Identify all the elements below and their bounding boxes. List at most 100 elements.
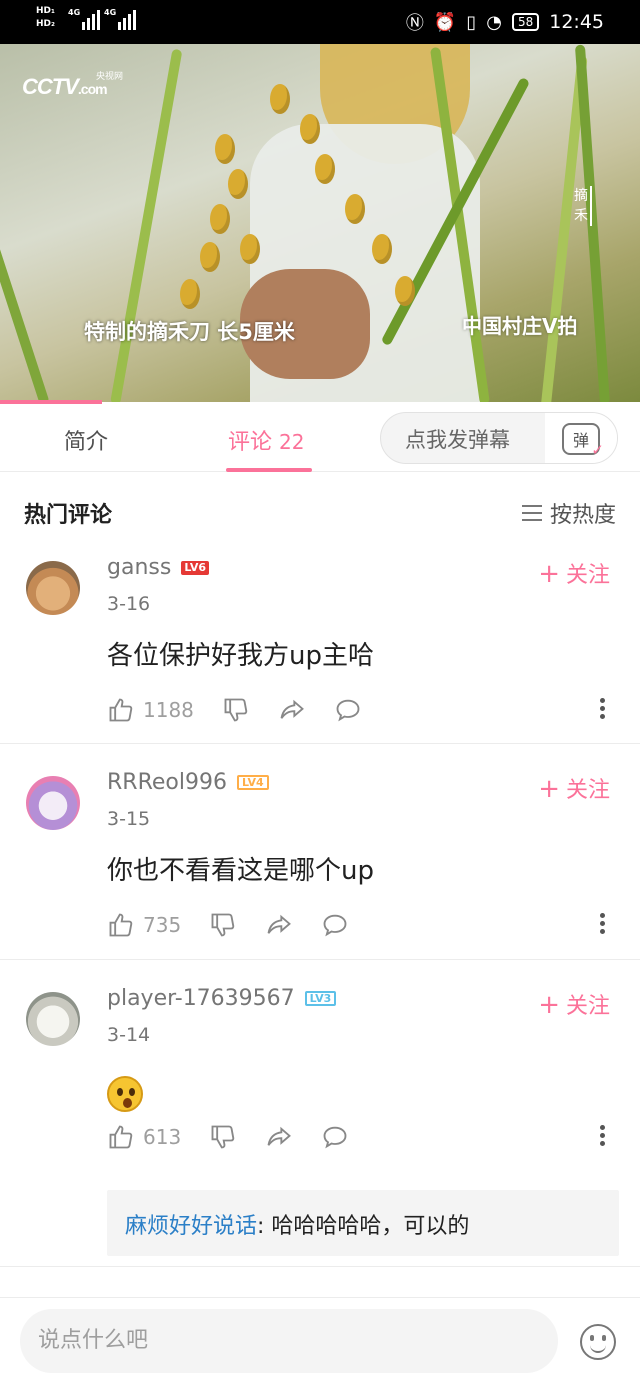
nfc-icon: Ⓝ [405, 13, 424, 34]
share-button[interactable] [278, 696, 306, 724]
comment-bubble-icon [336, 699, 360, 722]
comment-item: RRReol996 LV4 3-15 + 关注 你也不看看这是哪个up 735 [0, 758, 640, 960]
dislike-button[interactable] [209, 1123, 237, 1151]
dislike-button[interactable] [222, 696, 250, 724]
rice-grain [345, 194, 365, 224]
menu-icon [521, 505, 542, 521]
more-options-icon[interactable] [600, 695, 606, 722]
avatar[interactable] [26, 561, 80, 615]
plus-icon: + [538, 774, 560, 804]
tab-bar: 简介 评论 22 点我发弹幕 弹 [0, 404, 640, 472]
cctv-logo-text: CCTV [22, 74, 79, 99]
tab-comments-label: 评论 [228, 430, 273, 455]
astonished-emoji-icon [107, 1076, 143, 1112]
username[interactable]: RRReol996 LV4 [107, 770, 269, 795]
tab-indicator [226, 468, 312, 472]
cctv-sub-label: 央视网 [96, 72, 124, 82]
emoji-smile-icon[interactable] [580, 1324, 616, 1360]
thumbs-down-icon [224, 698, 248, 722]
sim-indicators: HD₁ HD₂ [36, 5, 55, 31]
sort-label: 按热度 [549, 503, 616, 528]
comment-date: 3-15 [107, 808, 151, 830]
plus-icon: + [538, 990, 560, 1020]
rice-grain [240, 234, 260, 264]
follow-button[interactable]: + 关注 [538, 772, 610, 804]
danmaku-icon: 弹 [562, 423, 604, 459]
tab-comments-count: 22 [279, 430, 305, 454]
cctv-logo-suffix: .com [77, 81, 108, 97]
avatar[interactable] [26, 776, 80, 830]
clock: 12:45 [549, 11, 604, 33]
rice-grain [372, 234, 392, 264]
follow-label: 关注 [565, 994, 610, 1019]
comment-bubble-icon [323, 914, 347, 937]
reply-button[interactable] [321, 911, 349, 939]
rice-grain [270, 84, 290, 114]
rice-grain [228, 169, 248, 199]
share-icon [267, 1126, 292, 1146]
rice-grain [200, 242, 220, 272]
signal-1-icon: 4G [68, 8, 101, 30]
share-icon [280, 699, 304, 719]
reply-text: : 哈哈哈哈哈，可以的 [257, 1214, 470, 1239]
reply-button[interactable] [321, 1123, 349, 1151]
danmaku-toggle-button[interactable]: 弹 [545, 413, 617, 463]
program-logo: 中国村庄V拍 [462, 314, 578, 338]
like-button[interactable]: 613 [107, 1123, 181, 1151]
status-right: Ⓝ ⏰ ▯ ◔ 58 12:45 [406, 0, 604, 44]
danmaku-input[interactable]: 点我发弹幕 弹 [380, 412, 618, 464]
comment-date: 3-14 [107, 1024, 151, 1046]
comment-bubble-icon [323, 1126, 347, 1149]
like-count: 613 [143, 1125, 182, 1149]
rice-grain [300, 114, 320, 144]
comment-input-bar: 说点什么吧 [0, 1297, 640, 1386]
alarm-icon: ⏰ [433, 11, 457, 33]
rice-grain [395, 276, 415, 306]
rice-grain [210, 204, 230, 234]
username-text: RRReol996 [107, 770, 227, 795]
comment-actions: 735 [107, 908, 377, 942]
avatar[interactable] [26, 992, 80, 1046]
thumbs-up-icon [109, 913, 133, 937]
reply-button[interactable] [334, 696, 362, 724]
comment-input[interactable]: 说点什么吧 [20, 1309, 558, 1373]
rice-stalk [0, 79, 50, 402]
sim1-label: HD₁ [36, 6, 55, 16]
more-options-icon[interactable] [600, 910, 606, 937]
vibrate-icon: ▯ [466, 11, 477, 33]
reply-username[interactable]: 麻烦好好说话 [125, 1214, 257, 1239]
like-button[interactable]: 735 [107, 911, 181, 939]
follow-label: 关注 [565, 563, 610, 588]
level-badge: LV3 [304, 991, 337, 1006]
like-button[interactable]: 1188 [107, 696, 194, 724]
speed-icon: ◔ [486, 11, 502, 33]
username[interactable]: player-17639567 LV3 [107, 986, 337, 1011]
reply-preview[interactable]: 麻烦好好说话: 哈哈哈哈哈，可以的 [107, 1190, 619, 1256]
username[interactable]: ganss LV6 [107, 555, 209, 580]
signal-2-icon: 4G [104, 8, 137, 30]
tab-intro[interactable]: 简介 [64, 424, 108, 456]
tab-comments[interactable]: 评论 22 [228, 424, 304, 456]
share-button[interactable] [265, 911, 293, 939]
comment-actions: 613 [107, 1120, 377, 1154]
follow-label: 关注 [565, 778, 610, 803]
video-subtitle: 特制的摘禾刀 长5厘米 [84, 320, 295, 344]
follow-button[interactable]: + 关注 [538, 988, 610, 1020]
thumbs-up-icon [109, 1125, 133, 1149]
like-count: 1188 [143, 698, 194, 722]
sort-button[interactable]: 按热度 [521, 497, 616, 529]
more-options-icon[interactable] [600, 1122, 606, 1149]
follow-button[interactable]: + 关注 [538, 557, 610, 589]
like-count: 735 [143, 913, 182, 937]
username-text: player-17639567 [107, 986, 295, 1011]
share-icon [267, 914, 292, 934]
username-text: ganss [107, 555, 172, 580]
video-player[interactable]: CCTV.com 央视网 摘禾 特制的摘禾刀 长5厘米 中国村庄V拍 [0, 44, 640, 402]
rice-grain [180, 279, 200, 309]
dislike-button[interactable] [209, 911, 237, 939]
plus-icon: + [538, 559, 560, 589]
share-button[interactable] [265, 1123, 293, 1151]
comment-actions: 1188 [107, 693, 390, 727]
thumbs-down-icon [211, 913, 235, 937]
comment-text: 你也不看看这是哪个up [107, 856, 374, 886]
